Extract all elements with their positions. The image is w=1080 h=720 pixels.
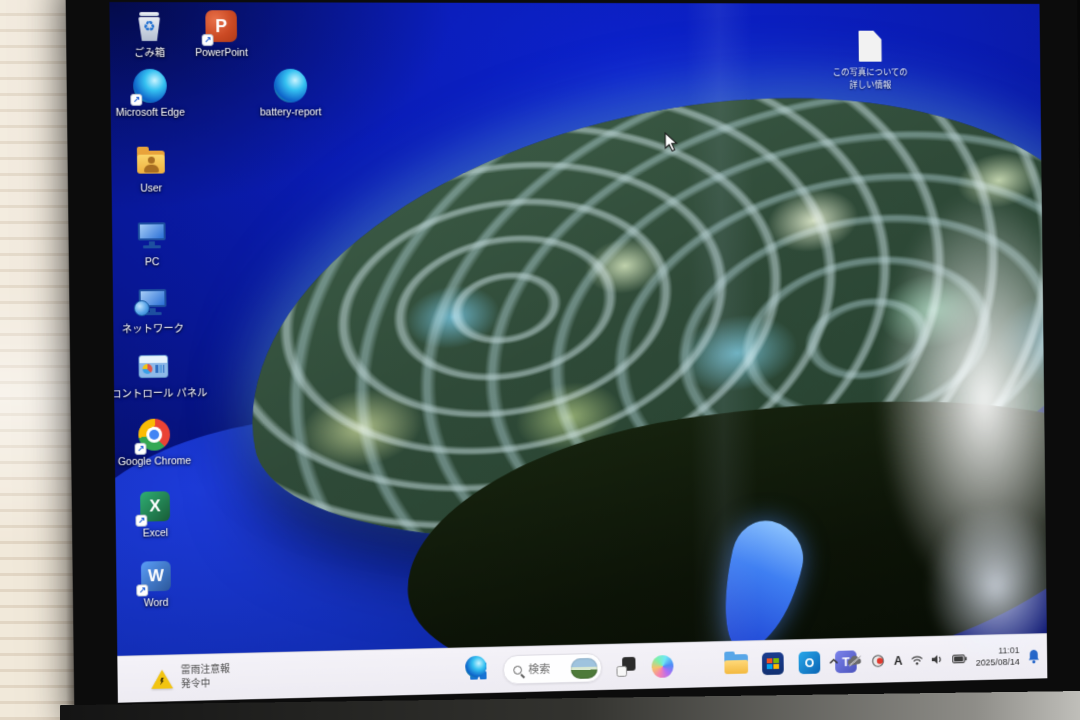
ime-indicator[interactable]: A [894,653,903,668]
recycle-bin-lid [139,12,159,16]
system-tray: A [828,634,1040,684]
desktop-icon-label: ネットワーク [110,323,195,337]
battery-icon[interactable] [953,654,968,663]
desktop-icon-powerpoint[interactable]: P ↗ PowerPoint [179,8,264,59]
pc-monitor-icon [134,217,170,253]
globe-icon [134,300,150,316]
chrome-icon: ↗ [136,416,172,452]
file-explorer-icon [724,654,748,674]
volume-icon[interactable] [932,653,944,664]
copilot-button[interactable] [649,652,676,680]
spotlight-label-line2: 詳しい情報 [810,79,931,92]
control-panel-icon [135,349,171,385]
shortcut-arrow-icon: ↗ [130,94,142,106]
user-folder-icon [133,144,169,180]
pie-chart-shape [142,364,152,374]
outlook-button[interactable]: O [796,648,823,676]
shortcut-arrow-icon: ↗ [135,515,147,527]
laptop-screen-bezel: ♻ ごみ箱 ↗ Microsoft Edge User [65,0,1080,720]
desktop-icon-label: Microsoft Edge [109,107,192,120]
desktop-icon-label: PC [110,256,195,269]
weather-alert-line2: 発令中 [181,677,230,692]
edge-logo [274,69,308,103]
shortcut-arrow-icon: ↗ [135,443,147,455]
desktop-icon-excel[interactable]: X ↗ Excel [112,488,198,541]
spotlight-info-widget[interactable]: この写真についての 詳しい情報 [809,31,931,92]
shortcut-arrow-icon: ↗ [136,584,148,596]
network-icon [135,284,171,320]
lightning-bolt-icon [160,677,164,685]
desktop-icon-label: PowerPoint [179,47,264,60]
microsoft-store-icon [762,652,784,675]
tray-date: 2025/08/14 [976,657,1020,670]
desktop-icon-battery-report[interactable]: battery-report [248,68,333,119]
spotlight-label-line1: この写真についての [809,66,930,79]
outlook-icon: O [799,651,821,674]
desktop-icon-label: Excel [113,527,198,541]
desktop-icon-label: battery-report [249,106,333,119]
desktop-icon-label: Google Chrome [112,455,197,469]
task-view-button[interactable] [612,653,639,681]
mouse-cursor [664,132,679,158]
task-view-icon [616,657,635,677]
search-icon [513,665,522,674]
background-wall-blinds [0,0,76,720]
desktop-icon-microsoft-edge[interactable]: ↗ Microsoft Edge [109,68,192,120]
recording-status-icon[interactable] [871,653,885,668]
desktop-icon-network[interactable]: ネットワーク [110,284,196,336]
spotlight-page-icon [858,31,882,62]
monitor-shape [138,222,166,240]
wifi-icon[interactable] [911,654,924,665]
excel-icon: X ↗ [137,488,173,525]
edge-icon: ↗ [132,68,168,104]
desktop-icon-google-chrome[interactable]: ↗ Google Chrome [111,416,197,469]
desktop-icon-user-folder[interactable]: User [109,144,193,196]
chrome-center-dot [149,430,159,440]
taskbar-weather-widget[interactable]: 雷雨注意報 発令中 [143,654,238,702]
taskbar-center-group: 検索 [465,646,859,685]
onedrive-icon[interactable] [847,655,863,667]
bars-shape [155,365,164,373]
desktop-icon-control-panel[interactable]: コントロール パネル [111,348,197,401]
clock[interactable]: 11:01 2025/08/14 [976,645,1020,670]
search-box[interactable]: 検索 [502,653,602,685]
microsoft-store-button[interactable] [760,649,787,677]
copilot-icon [652,654,674,677]
edge-taskbar-button[interactable] [686,651,713,679]
powerpoint-icon: P ↗ [203,8,239,44]
recycle-symbol: ♻ [131,18,167,35]
desktop-icon-word[interactable]: W ↗ Word [113,557,199,610]
glass-light-streak [685,3,759,687]
photo-of-laptop-screen: ♻ ごみ箱 ↗ Microsoft Edge User [0,0,1080,720]
desktop-icon-label: コントロール パネル [111,387,196,401]
desktop-icon-pc[interactable]: PC [109,217,194,269]
tray-overflow-chevron[interactable] [829,658,839,666]
monitor-base [143,245,161,248]
notification-bell-icon[interactable] [1028,649,1040,665]
desktop-icon-label: Word [114,596,199,610]
search-placeholder: 検索 [528,661,564,678]
warning-triangle-icon [151,669,173,688]
desktop-icon-label: User [109,182,193,195]
windows-desktop: ♻ ごみ箱 ↗ Microsoft Edge User [109,2,1047,703]
weather-alert-line1: 雷雨注意報 [181,663,230,678]
person-icon [148,157,155,164]
file-explorer-button[interactable] [723,650,750,678]
shortcut-arrow-icon: ↗ [202,34,214,46]
recycle-bin-icon: ♻ [131,8,167,44]
edge-icon [273,68,309,104]
person-icon-body [144,165,159,173]
bing-daily-image [570,657,597,678]
word-icon: W ↗ [138,558,174,595]
